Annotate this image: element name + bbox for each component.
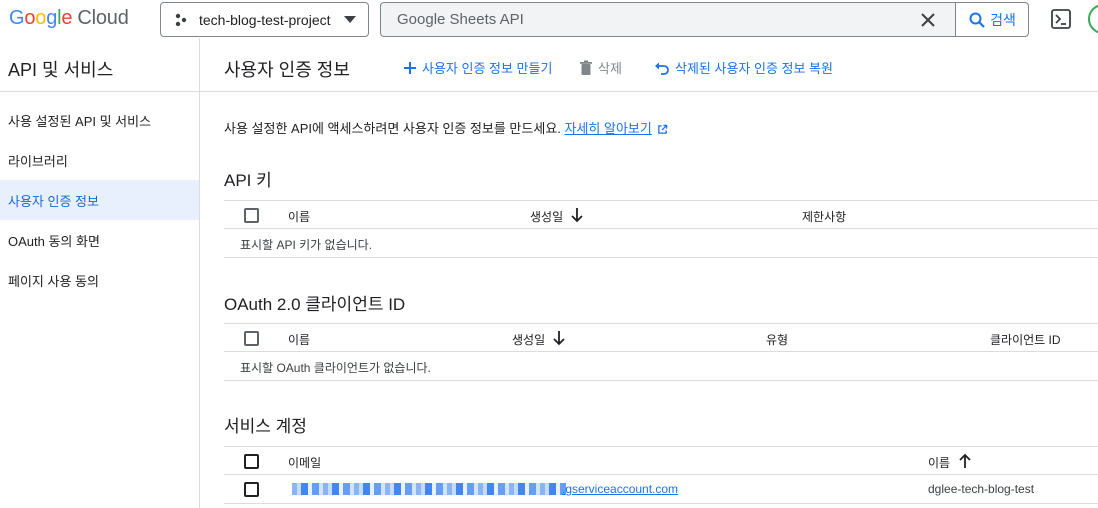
select-all-checkbox[interactable] <box>244 208 259 223</box>
sidebar-item-enabled-apis[interactable]: 사용 설정된 API 및 서비스 <box>0 100 199 140</box>
empty-message: 표시할 OAuth 클라이언트가 없습니다. <box>240 361 431 375</box>
close-icon[interactable] <box>917 9 939 31</box>
sidebar-item-library[interactable]: 라이브러리 <box>0 140 199 180</box>
cloud-shell-icon[interactable] <box>1050 8 1072 30</box>
external-link-icon <box>658 124 668 134</box>
trash-icon <box>580 60 592 75</box>
column-restrictions[interactable]: 제한사항 <box>802 208 846 225</box>
api-keys-title: API 키 <box>224 171 272 190</box>
restore-deleted-button[interactable]: 삭제된 사용자 인증 정보 복원 <box>654 58 833 77</box>
undo-icon <box>655 62 669 75</box>
arrow-down-icon[interactable] <box>570 207 584 223</box>
column-name[interactable]: 이름 <box>928 454 950 471</box>
column-created[interactable]: 생성일 <box>530 208 563 225</box>
column-client-id[interactable]: 클라이언트 ID <box>990 331 1061 348</box>
search-bar: Google Sheets API 검색 <box>380 2 1029 37</box>
page-title: 사용자 인증 정보 <box>224 60 350 80</box>
top-bar: Google Cloud tech-blog-test-project Googl… <box>0 0 1098 38</box>
service-accounts-title: 서비스 계정 <box>224 417 307 436</box>
sidebar-title: API 및 서비스 <box>0 38 199 92</box>
api-keys-header: 이름 생성일 제한사항 <box>224 200 1098 229</box>
oauth-title: OAuth 2.0 클라이언트 ID <box>224 295 406 314</box>
search-icon <box>969 12 985 28</box>
oauth-header: 이름 생성일 유형 클라이언트 ID <box>224 323 1098 352</box>
learn-more-link[interactable]: 자세히 알아보기 <box>565 121 652 136</box>
api-keys-empty-row: 표시할 API 키가 없습니다. <box>224 229 1098 258</box>
column-type[interactable]: 유형 <box>766 331 788 348</box>
caret-down-icon <box>344 16 356 23</box>
service-account-name: dglee-tech-blog-test <box>928 482 1035 496</box>
project-selector[interactable]: tech-blog-test-project <box>160 2 369 37</box>
create-credentials-button[interactable]: 사용자 인증 정보 만들기 <box>403 58 552 77</box>
arrow-down-icon[interactable] <box>552 330 566 346</box>
sidebar-item-oauth-consent[interactable]: OAuth 동의 화면 <box>0 220 199 260</box>
google-cloud-logo[interactable]: Google Cloud <box>9 7 129 30</box>
column-created[interactable]: 생성일 <box>512 331 545 348</box>
sidebar-item-page-usage-agreement[interactable]: 페이지 사용 동의 <box>0 260 199 300</box>
column-email[interactable]: 이메일 <box>288 454 321 471</box>
sidebar-item-credentials[interactable]: 사용자 인증 정보 <box>0 180 199 220</box>
project-name: tech-blog-test-project <box>199 11 331 28</box>
empty-message: 표시할 API 키가 없습니다. <box>240 238 373 252</box>
arrow-up-icon[interactable] <box>958 453 972 469</box>
toolbar: 사용자 인증 정보 사용자 인증 정보 만들기 삭제 삭제된 사용자 인증 정보… <box>200 38 1098 92</box>
oauth-empty-row: 표시할 OAuth 클라이언트가 없습니다. <box>224 352 1098 381</box>
avatar[interactable] <box>1088 4 1098 34</box>
plus-icon <box>404 61 416 74</box>
select-all-checkbox[interactable] <box>244 331 259 346</box>
project-dots-icon <box>175 13 187 26</box>
sidebar-nav: 사용 설정된 API 및 서비스 라이브러리 사용자 인증 정보 OAuth 동… <box>0 100 199 300</box>
table-row: .gserviceaccount.com dglee-tech-blog-tes… <box>224 475 1098 504</box>
delete-button[interactable]: 삭제 <box>579 58 622 77</box>
row-checkbox[interactable] <box>244 482 259 497</box>
intro-text: 사용 설정한 API에 액세스하려면 사용자 인증 정보를 만드세요. 자세히 … <box>224 118 668 137</box>
redacted-email <box>292 483 566 495</box>
sidebar: API 및 서비스 사용 설정된 API 및 서비스 라이브러리 사용자 인증 … <box>0 38 200 508</box>
column-name[interactable]: 이름 <box>288 331 310 348</box>
select-all-checkbox[interactable] <box>244 454 259 469</box>
search-button[interactable]: 검색 <box>955 2 1029 37</box>
main-content: 사용자 인증 정보 사용자 인증 정보 만들기 삭제 삭제된 사용자 인증 정보… <box>200 38 1098 508</box>
column-name[interactable]: 이름 <box>288 208 310 225</box>
service-account-email-link[interactable]: .gserviceaccount.com <box>562 482 678 496</box>
search-input[interactable]: Google Sheets API <box>397 11 524 28</box>
service-accounts-header: 이메일 이름 <box>224 446 1098 475</box>
